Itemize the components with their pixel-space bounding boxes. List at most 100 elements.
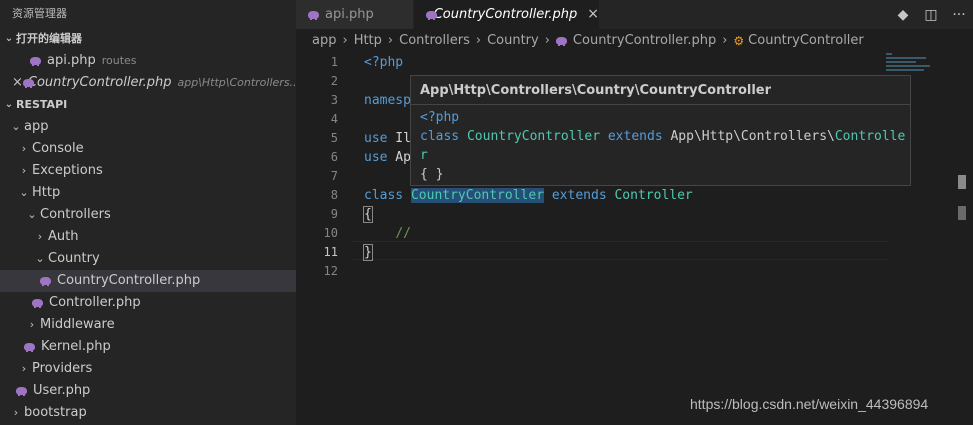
- tree-folder-controllers[interactable]: ⌄ Controllers: [0, 204, 296, 226]
- tree-label: Kernel.php: [41, 339, 111, 354]
- use-target: Ap: [387, 150, 411, 165]
- tree-label: bootstrap: [24, 405, 87, 420]
- line-number: 10: [323, 226, 338, 240]
- tree-folder-exceptions[interactable]: › Exceptions: [0, 160, 296, 182]
- open-editors-header[interactable]: ⌄ 打开的编辑器: [0, 28, 296, 50]
- code-line-1: <?php: [364, 53, 693, 72]
- project-header[interactable]: ⌄ RESTAPI: [0, 94, 296, 116]
- tree-label: Country: [48, 251, 100, 266]
- more-actions-icon[interactable]: ···: [945, 7, 973, 23]
- hover-parent-class: Controlle: [834, 129, 906, 144]
- hover-extends-keyword: extends: [607, 129, 663, 144]
- line-number: 9: [330, 207, 338, 221]
- breadcrumb-item[interactable]: Country: [487, 29, 539, 53]
- chevron-down-icon: ⌄: [11, 120, 21, 133]
- breadcrumb-item[interactable]: CountryController: [748, 29, 864, 53]
- chevron-down-icon: ⌄: [4, 99, 14, 110]
- chevron-right-icon: ›: [29, 318, 35, 331]
- breadcrumb-item[interactable]: app: [312, 29, 336, 53]
- minimap-line: [886, 65, 930, 67]
- tree-file-controller[interactable]: Controller.php: [0, 292, 296, 314]
- chevron-right-icon: ›: [21, 142, 27, 155]
- parent-class-name[interactable]: Controller: [614, 188, 692, 203]
- line-number: 1: [330, 55, 338, 69]
- chevron-right-icon: ›: [475, 33, 482, 48]
- chevron-down-icon: ⌄: [4, 33, 14, 44]
- line-number: 12: [323, 264, 338, 278]
- tree-label: CountryController.php: [57, 273, 201, 288]
- tree-label: Auth: [48, 229, 79, 244]
- php-file-icon: [32, 298, 44, 308]
- project-label: RESTAPI: [16, 98, 68, 111]
- line-number: 3: [330, 93, 338, 107]
- close-icon[interactable]: ×: [12, 72, 23, 94]
- tree-folder-bootstrap[interactable]: › bootstrap: [0, 402, 296, 424]
- class-name[interactable]: CountryController: [410, 188, 545, 203]
- tree-folder-middleware[interactable]: › Middleware: [0, 314, 296, 336]
- tab-label: CountryController.php: [433, 7, 578, 22]
- breadcrumb-item[interactable]: CountryController.php: [573, 29, 716, 53]
- open-editor-path: routes: [101, 54, 137, 67]
- tab-label: api.php: [325, 7, 374, 22]
- tree-file-user[interactable]: User.php: [0, 380, 296, 402]
- tab-api-php[interactable]: api.php: [296, 0, 413, 29]
- split-editor-icon[interactable]: ◫: [917, 7, 945, 23]
- explorer-title: 资源管理器: [12, 7, 67, 20]
- minimap-line: [886, 53, 892, 55]
- code-line-8: class CountryController extends Controll…: [364, 186, 693, 205]
- tree-folder-console[interactable]: › Console: [0, 138, 296, 160]
- hover-namespace: App\Http\Controllers\: [670, 129, 835, 144]
- chevron-down-icon: ⌄: [35, 252, 45, 265]
- class-symbol-icon: ⚙: [733, 34, 745, 48]
- tree-label: Console: [32, 141, 84, 156]
- scrollbar-thumb[interactable]: [958, 175, 966, 189]
- chevron-right-icon: ›: [342, 33, 348, 48]
- tree-folder-providers[interactable]: › Providers: [0, 358, 296, 380]
- chevron-down-icon: ⌄: [27, 208, 37, 221]
- tree-label: Controller.php: [49, 295, 141, 310]
- code-line-11: }: [363, 243, 693, 262]
- tab-country-controller[interactable]: CountryController.php ×: [414, 0, 599, 29]
- minimap[interactable]: [886, 53, 956, 83]
- php-file-icon: [16, 386, 28, 396]
- line-number-gutter: 1 2 3 4 5 6 7 8 9 10 11 12: [296, 53, 352, 281]
- use-keyword: use: [364, 131, 388, 146]
- php-file-icon: [555, 36, 568, 46]
- breadcrumb-item[interactable]: Http: [354, 29, 382, 53]
- use-keyword: use: [364, 150, 388, 165]
- tree-folder-http[interactable]: ⌄ Http: [0, 182, 296, 204]
- tree-label: Providers: [32, 361, 93, 376]
- code-line-9: {: [363, 205, 693, 224]
- line-number: 2: [330, 74, 338, 88]
- tree-label: Middleware: [40, 317, 115, 332]
- php-file-icon: [30, 56, 42, 66]
- open-editor-name: api.php: [47, 53, 96, 68]
- open-editor-api[interactable]: api.php routes: [0, 50, 296, 72]
- chevron-right-icon: ›: [387, 33, 394, 48]
- tree-file-country-controller[interactable]: CountryController.php: [0, 270, 296, 292]
- namespace-keyword: namesp: [364, 93, 411, 108]
- tree-folder-country[interactable]: ⌄ Country: [0, 248, 296, 270]
- chevron-right-icon: ›: [722, 33, 728, 48]
- close-tab-icon[interactable]: ×: [587, 0, 599, 29]
- tree-folder-auth[interactable]: › Auth: [0, 226, 296, 248]
- hover-code: <?php class CountryController extends Ap…: [420, 108, 905, 184]
- line-number: 5: [330, 131, 338, 145]
- tree-folder-app[interactable]: ⌄ app: [0, 116, 296, 138]
- comment: //: [395, 226, 411, 241]
- tree-label: Http: [32, 185, 61, 200]
- hover-tooltip: App\Http\Controllers\Country\CountryCont…: [410, 75, 911, 186]
- git-compare-icon[interactable]: ◆: [889, 7, 917, 23]
- hover-title: App\Http\Controllers\Country\CountryCont…: [420, 83, 772, 98]
- watermark-text: https://blog.csdn.net/weixin_44396894: [690, 396, 929, 412]
- open-editor-country-controller[interactable]: × CountryController.php app\Http\Control…: [0, 72, 296, 94]
- open-brace: {: [363, 206, 373, 223]
- php-file-icon: [426, 10, 436, 20]
- explorer-sidebar: 资源管理器 ⌄ 打开的编辑器 api.php routes × CountryC…: [0, 0, 296, 425]
- breadcrumb-item[interactable]: Controllers: [399, 29, 470, 53]
- hover-braces: { }: [420, 167, 444, 182]
- php-file-icon: [308, 10, 320, 20]
- line-number-current: 11: [323, 245, 338, 259]
- tree-file-kernel[interactable]: Kernel.php: [0, 336, 296, 358]
